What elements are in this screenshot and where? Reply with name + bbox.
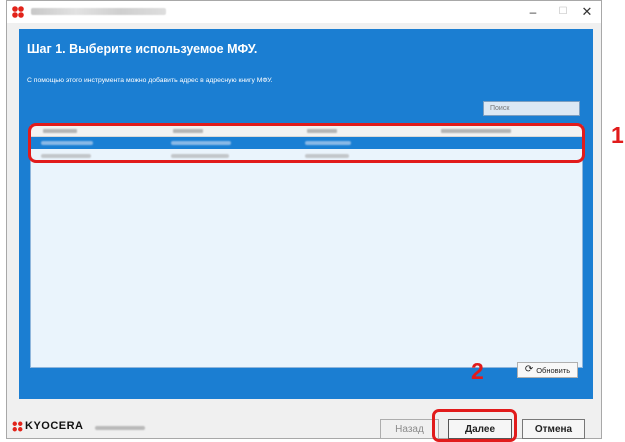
brand-name: KYOCERA: [25, 420, 84, 432]
kyocera-logo: KYOCERA: [12, 420, 84, 432]
app-window: – ☐ ✕ Шаг 1. Выберите используемое МФУ. …: [6, 0, 602, 439]
kyocera-logo-icon: [12, 421, 23, 431]
callout-number-2: 2: [471, 358, 484, 384]
app-logo-icon: [12, 6, 24, 18]
window-title-redacted: [31, 8, 166, 15]
device-list-highlight: [28, 123, 585, 163]
refresh-label: Обновить: [536, 365, 571, 375]
next-button-highlight: [432, 409, 517, 442]
minimize-button[interactable]: –: [518, 1, 548, 23]
step-panel: Шаг 1. Выберите используемое МФУ. С помо…: [19, 29, 593, 399]
cancel-button[interactable]: Отмена: [522, 419, 585, 439]
close-button[interactable]: ✕: [572, 1, 602, 23]
callout-number-1: 1: [611, 122, 624, 148]
step-description: С помощью этого инструмента можно добави…: [27, 77, 273, 84]
footer-version-redacted: [95, 426, 145, 430]
back-button[interactable]: Назад: [380, 419, 439, 439]
step-title: Шаг 1. Выберите используемое МФУ.: [27, 42, 258, 56]
refresh-icon: ⟳: [524, 364, 534, 375]
search-input[interactable]: [483, 101, 580, 116]
title-bar: – ☐ ✕: [7, 1, 601, 23]
refresh-button[interactable]: ⟳ Обновить: [517, 362, 578, 378]
